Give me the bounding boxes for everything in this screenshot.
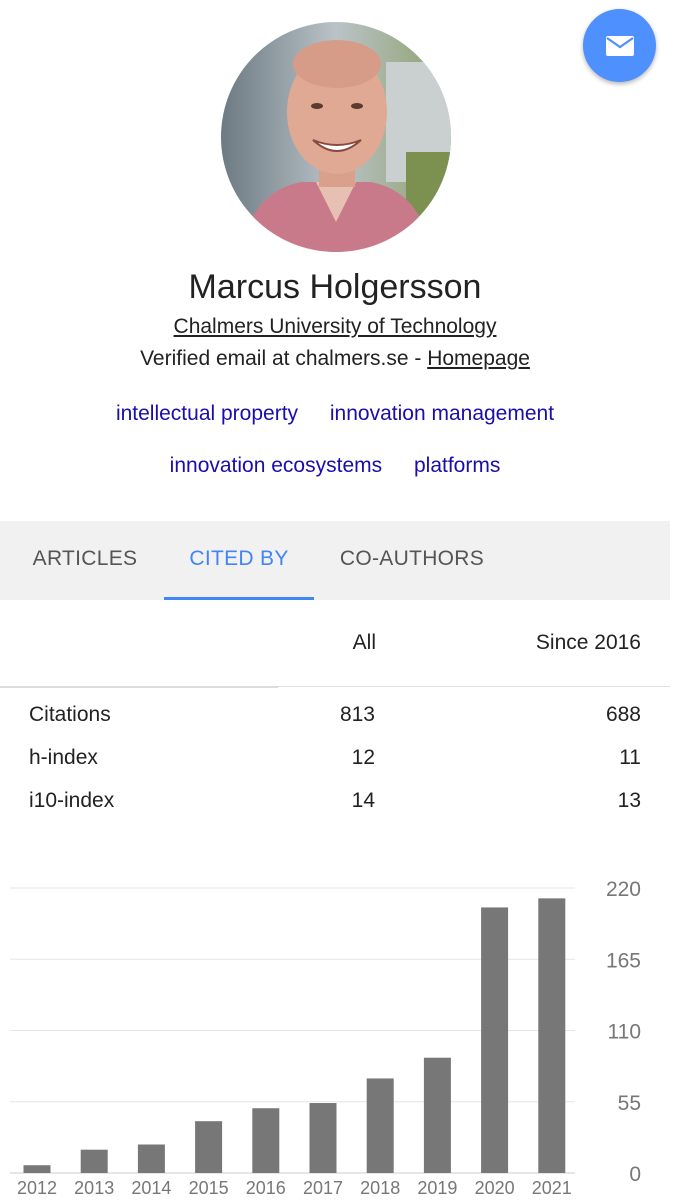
verified-email-text: Verified email at chalmers.se - xyxy=(140,347,428,370)
interests-row-2: innovation ecosystems platforms xyxy=(0,454,670,478)
value-all: 12 xyxy=(351,746,375,769)
y-tick-label: 55 xyxy=(618,1092,641,1115)
x-tick-label: 2018 xyxy=(360,1178,400,1198)
y-tick-label: 110 xyxy=(608,1021,641,1044)
value-since: 13 xyxy=(617,789,641,812)
envelope-icon xyxy=(605,35,634,56)
value-all: 14 xyxy=(351,789,375,812)
y-tick-label: 165 xyxy=(606,949,641,972)
x-tick-label: 2016 xyxy=(246,1178,286,1198)
affiliation-container: Chalmers University of Technology xyxy=(0,315,670,339)
citations-chart: 0 55 110 165 220 2012 2013 2014 2015 2016 2017 2018… xyxy=(10,878,641,1198)
table-divider-accent xyxy=(0,686,278,688)
bar-2017 xyxy=(309,1103,337,1173)
column-header-all: All xyxy=(352,631,376,654)
tab-bar: ARTICLES CITED BY CO-AUTHORS xyxy=(0,521,670,600)
value-all: 813 xyxy=(339,703,375,726)
bar-2021 xyxy=(538,898,566,1173)
interest-link[interactable]: innovation management xyxy=(330,402,554,425)
tab-articles[interactable]: ARTICLES xyxy=(15,521,155,600)
profile-name: Marcus Holgersson xyxy=(188,268,482,306)
bar-2014 xyxy=(137,1144,165,1173)
column-header-since: Since 2016 xyxy=(535,631,641,654)
table-row: h-index 12 11 xyxy=(0,746,670,786)
email-line: Verified email at chalmers.se - Homepage xyxy=(0,347,670,371)
value-since: 688 xyxy=(605,703,641,726)
row-label[interactable]: Citations xyxy=(29,703,111,727)
tab-cited-by[interactable]: CITED BY xyxy=(164,521,314,600)
interest-link[interactable]: innovation ecosystems xyxy=(170,454,382,477)
row-label[interactable]: h-index xyxy=(29,746,98,770)
x-tick-label: 2013 xyxy=(74,1178,114,1198)
bar-2018 xyxy=(366,1078,394,1173)
y-tick-label: 220 xyxy=(606,878,641,901)
row-label[interactable]: i10-index xyxy=(29,789,114,813)
x-tick-label: 2012 xyxy=(17,1178,57,1198)
x-tick-label: 2019 xyxy=(417,1178,457,1198)
interest-link[interactable]: platforms xyxy=(414,454,500,477)
x-tick-label: 2015 xyxy=(189,1178,229,1198)
affiliation-link[interactable]: Chalmers University of Technology xyxy=(174,315,497,338)
table-row: Citations 813 688 xyxy=(0,703,670,743)
x-tick-label: 2017 xyxy=(303,1178,343,1198)
bar-2013 xyxy=(80,1149,108,1173)
homepage-link[interactable]: Homepage xyxy=(427,347,530,370)
x-tick-label: 2014 xyxy=(131,1178,171,1198)
tab-co-authors[interactable]: CO-AUTHORS xyxy=(322,521,502,600)
x-tick-label: 2020 xyxy=(475,1178,515,1198)
bar-2016 xyxy=(252,1108,280,1173)
bar-2012 xyxy=(23,1165,51,1173)
interest-link[interactable]: intellectual property xyxy=(116,402,298,425)
interests-row-1: intellectual property innovation managem… xyxy=(0,402,670,426)
table-row: i10-index 14 13 xyxy=(0,789,670,829)
y-tick-label: 0 xyxy=(629,1163,641,1186)
bar-2015 xyxy=(195,1121,223,1173)
avatar xyxy=(221,22,451,252)
bar-2020 xyxy=(481,907,509,1173)
email-button[interactable] xyxy=(583,9,656,82)
value-since: 11 xyxy=(619,746,641,769)
x-tick-label: 2021 xyxy=(532,1178,572,1198)
bar-2019 xyxy=(423,1057,451,1173)
